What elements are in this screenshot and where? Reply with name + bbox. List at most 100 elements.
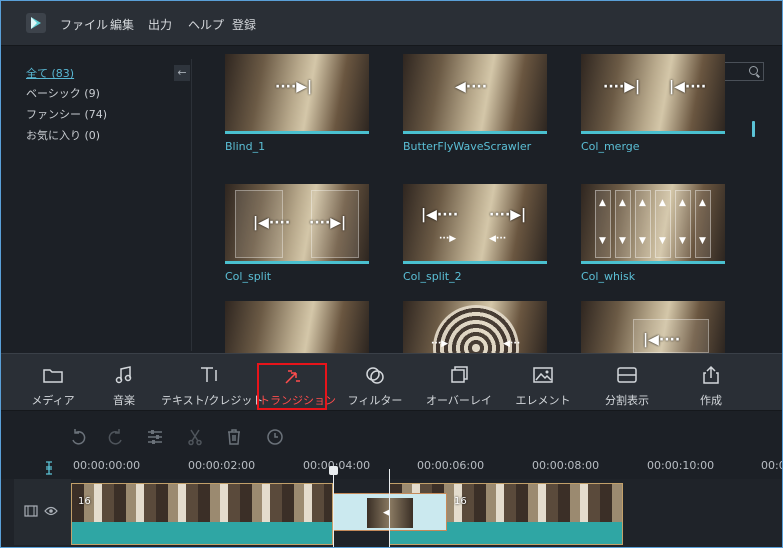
tool-label: メディア [31, 394, 75, 407]
split-screen-icon [616, 365, 638, 385]
tool-media[interactable]: メディア [23, 354, 83, 412]
arrow-right-icon: ····▶| [489, 207, 527, 223]
category-fancy[interactable]: ファンシー (74) [26, 106, 107, 122]
tool-transition[interactable]: トランジション [257, 363, 336, 410]
app-window: ファイル 編集 出力 ヘルプ 登録 全て (83) ベーシック (9) ファンシ… [0, 0, 783, 548]
adjust-icon[interactable] [146, 428, 164, 446]
redo-icon[interactable] [107, 428, 125, 446]
transition-label: Col_merge [581, 140, 640, 153]
arrow-left-icon: |◀···· [669, 79, 707, 95]
playhead-handle[interactable] [329, 466, 338, 475]
arrow-up-icon: ▲ [639, 198, 646, 208]
transition-tile-col-whisk[interactable]: ▲ ▲ ▲ ▲ ▲ ▲ ▼ ▼ ▼ ▼ ▼ ▼ Col_whisk [581, 184, 725, 283]
app-logo-icon [26, 13, 46, 33]
timeline-toolbar [1, 412, 782, 457]
transition-thumbnail: ◀···· [403, 54, 547, 134]
clip-duration-label: 16 [454, 496, 467, 507]
music-note-icon [113, 365, 135, 385]
clip-boundary [389, 469, 390, 547]
tool-overlay[interactable]: オーバーレイ [421, 354, 497, 412]
transition-label: Col_whisk [581, 270, 636, 283]
menu-register[interactable]: 登録 [232, 16, 256, 33]
transition-tile[interactable]: ···▶ ◀··· [403, 301, 547, 353]
arrow-down-icon: ▼ [639, 236, 646, 246]
transition-thumbnail: |◀···· [581, 301, 725, 353]
transition-thumbnail: |◀···· ····▶| [225, 184, 369, 264]
transition-label: Blind_1 [225, 140, 266, 153]
ruler-time-label: 00:00:00:00 [73, 459, 141, 472]
arrow-left-icon: |◀···· [421, 207, 459, 223]
arrow-down-icon: ▼ [699, 236, 706, 246]
transition-tile-col-split-2[interactable]: |◀···· ····▶| ···▶ ◀··· Col_split_2 [403, 184, 547, 283]
tool-label: 音楽 [113, 394, 135, 407]
arrow-right-icon: ····▶| [275, 79, 313, 95]
arrow-up-icon: ▲ [599, 198, 606, 208]
tool-elements[interactable]: エレメント [511, 354, 575, 412]
image-icon [532, 365, 554, 385]
filter-icon [364, 365, 386, 385]
transition-clip[interactable]: ◀ [333, 493, 447, 531]
menu-export[interactable]: 出力 [148, 16, 172, 33]
clip-duration-label: 16 [78, 496, 91, 507]
tool-split-screen[interactable]: 分割表示 [595, 354, 659, 412]
tool-label: エレメント [515, 394, 571, 407]
menu-file[interactable]: ファイル [60, 16, 108, 33]
arrow-left-icon: ◀··· [489, 234, 507, 244]
arrow-up-icon: ▲ [699, 198, 706, 208]
timeline-ruler[interactable]: 00:00:00:00 00:00:02:00 00:00:04:00 00:0… [1, 457, 782, 479]
arrow-down-icon: ▼ [679, 236, 686, 246]
transition-tile-col-split[interactable]: |◀···· ····▶| Col_split [225, 184, 369, 283]
transition-thumbnail [225, 301, 369, 353]
arrow-down-icon: ▼ [659, 236, 666, 246]
tool-label: 分割表示 [605, 394, 649, 407]
arrow-up-icon: ▲ [619, 198, 626, 208]
menu-edit[interactable]: 編集 [110, 16, 134, 33]
video-clip[interactable]: 16 [71, 483, 333, 545]
transition-tile[interactable] [225, 301, 369, 353]
arrow-left-icon: ◀···· [455, 79, 488, 95]
transition-tile-col-merge[interactable]: ····▶| |◀···· Col_merge [581, 54, 725, 153]
tool-label: フィルター [347, 394, 403, 407]
text-icon [198, 365, 220, 385]
tool-music[interactable]: 音楽 [94, 354, 154, 412]
arrow-up-icon: ▲ [679, 198, 686, 208]
tool-filter[interactable]: フィルター [345, 354, 405, 412]
search-icon[interactable] [749, 66, 758, 75]
scrollbar-thumb[interactable] [752, 121, 755, 137]
transition-thumbnail: |◀···· ····▶| ···▶ ◀··· [403, 184, 547, 264]
transition-tile-butterflywavescrawler[interactable]: ◀···· ButterFlyWaveScrawler [403, 54, 547, 153]
arrow-left-icon: ← [177, 66, 187, 79]
transition-tile[interactable]: |◀···· [581, 301, 725, 353]
arrow-right-icon: ···▶ [431, 339, 449, 349]
menu-help[interactable]: ヘルプ [188, 16, 224, 33]
transition-thumbnail: ····▶| |◀···· [581, 54, 725, 134]
transition-tile-blind-1[interactable]: ····▶| Blind_1 [225, 54, 369, 153]
delete-icon[interactable] [225, 428, 243, 446]
duration-icon[interactable] [266, 428, 284, 446]
menu-bar: ファイル 編集 出力 ヘルプ 登録 [1, 1, 782, 46]
ruler-time-label: 00:00 [761, 459, 782, 472]
transition-thumbnail: ▲ ▲ ▲ ▲ ▲ ▲ ▼ ▼ ▼ ▼ ▼ ▼ [581, 184, 725, 264]
undo-icon[interactable] [69, 428, 87, 446]
eye-icon[interactable] [44, 506, 58, 519]
transition-thumbnail: ···▶ ◀··· [403, 301, 547, 353]
arrow-down-icon: ▼ [599, 236, 606, 246]
cut-icon[interactable] [186, 428, 204, 446]
overlay-icon [448, 365, 470, 385]
arrow-left-icon: ◀··· [503, 339, 521, 349]
transition-thumbnail: ····▶| [225, 54, 369, 134]
playhead[interactable] [333, 469, 334, 547]
transition-label: ButterFlyWaveScrawler [403, 140, 532, 153]
collapse-panel-button[interactable]: ← [174, 65, 190, 81]
arrow-up-icon: ▲ [659, 198, 666, 208]
snap-icon[interactable] [45, 461, 53, 475]
tool-export[interactable]: 作成 [683, 354, 739, 412]
category-basic[interactable]: ベーシック (9) [26, 85, 100, 101]
ruler-time-label: 00:00:02:00 [188, 459, 256, 472]
category-panel: 全て (83) ベーシック (9) ファンシー (74) お気に入り (0) ← [14, 59, 192, 351]
arrow-left-icon: |◀···· [643, 332, 681, 348]
category-favorites[interactable]: お気に入り (0) [26, 127, 100, 143]
tool-text-credits[interactable]: テキスト/クレジット [161, 354, 263, 412]
category-all[interactable]: 全て (83) [26, 65, 74, 81]
arrow-left-icon: |◀···· [253, 215, 291, 231]
